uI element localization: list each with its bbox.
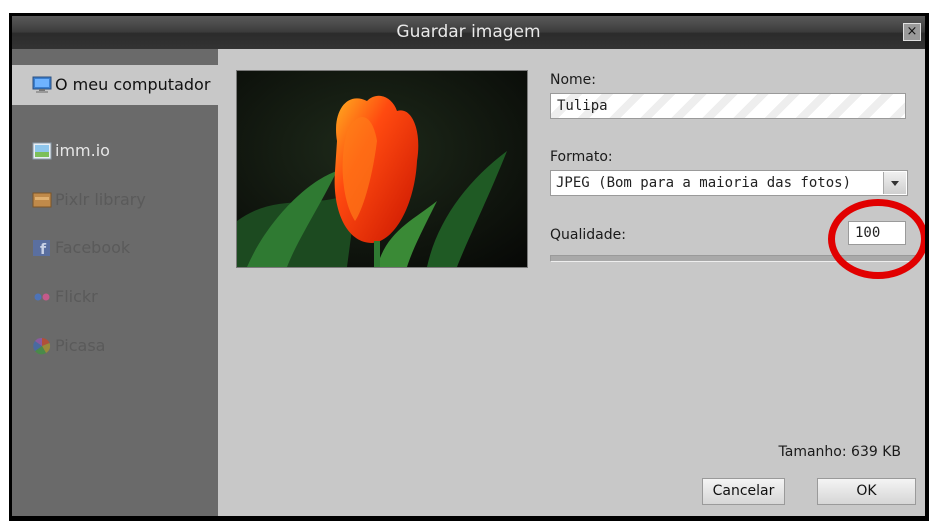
sidebar-item-facebook[interactable]: f Facebook bbox=[12, 228, 218, 268]
flickr-icon bbox=[32, 288, 52, 306]
computer-icon bbox=[32, 76, 52, 94]
save-image-dialog: Guardar imagem × O meu computador imm.io… bbox=[12, 16, 925, 516]
dialog-title: Guardar imagem bbox=[396, 22, 541, 42]
format-select[interactable]: JPEG (Bom para a maioria das fotos) bbox=[550, 170, 908, 196]
file-size-label: Tamanho: 639 KB bbox=[778, 444, 901, 460]
chevron-down-icon[interactable] bbox=[883, 172, 906, 194]
format-label: Formato: bbox=[550, 149, 613, 165]
name-input[interactable]: Tulipa bbox=[550, 93, 906, 119]
sidebar-item-imm-io[interactable]: imm.io bbox=[12, 131, 218, 171]
destination-sidebar: O meu computador imm.io Pixlr library f … bbox=[12, 49, 218, 516]
sidebar-item-picasa[interactable]: Picasa bbox=[12, 326, 218, 366]
image-icon bbox=[32, 142, 52, 160]
picasa-icon bbox=[32, 337, 52, 355]
sidebar-item-pixlr-library[interactable]: Pixlr library bbox=[12, 180, 218, 220]
close-button[interactable]: × bbox=[903, 23, 921, 41]
ok-button[interactable]: OK bbox=[817, 478, 916, 505]
name-label: Nome: bbox=[550, 72, 597, 88]
sidebar-item-label: Pixlr library bbox=[55, 190, 146, 209]
sidebar-item-label: imm.io bbox=[55, 141, 110, 160]
sidebar-item-my-computer[interactable]: O meu computador bbox=[12, 65, 218, 105]
sidebar-item-label: O meu computador bbox=[55, 75, 211, 94]
title-bar[interactable]: Guardar imagem × bbox=[12, 16, 925, 49]
svg-text:f: f bbox=[40, 242, 47, 257]
tulip-photo bbox=[237, 71, 527, 267]
sidebar-item-label: Flickr bbox=[55, 287, 98, 306]
dialog-frame: Guardar imagem × O meu computador imm.io… bbox=[9, 13, 929, 521]
format-selected-value: JPEG (Bom para a maioria das fotos) bbox=[556, 175, 852, 191]
sidebar-item-label: Picasa bbox=[55, 336, 106, 355]
library-icon bbox=[32, 191, 52, 209]
highlight-circle bbox=[828, 199, 925, 279]
image-preview bbox=[236, 70, 528, 268]
facebook-icon: f bbox=[32, 239, 52, 258]
sidebar-item-flickr[interactable]: Flickr bbox=[12, 277, 218, 317]
cancel-button[interactable]: Cancelar bbox=[702, 478, 785, 505]
quality-label: Qualidade: bbox=[550, 227, 626, 243]
sidebar-item-label: Facebook bbox=[55, 238, 131, 257]
